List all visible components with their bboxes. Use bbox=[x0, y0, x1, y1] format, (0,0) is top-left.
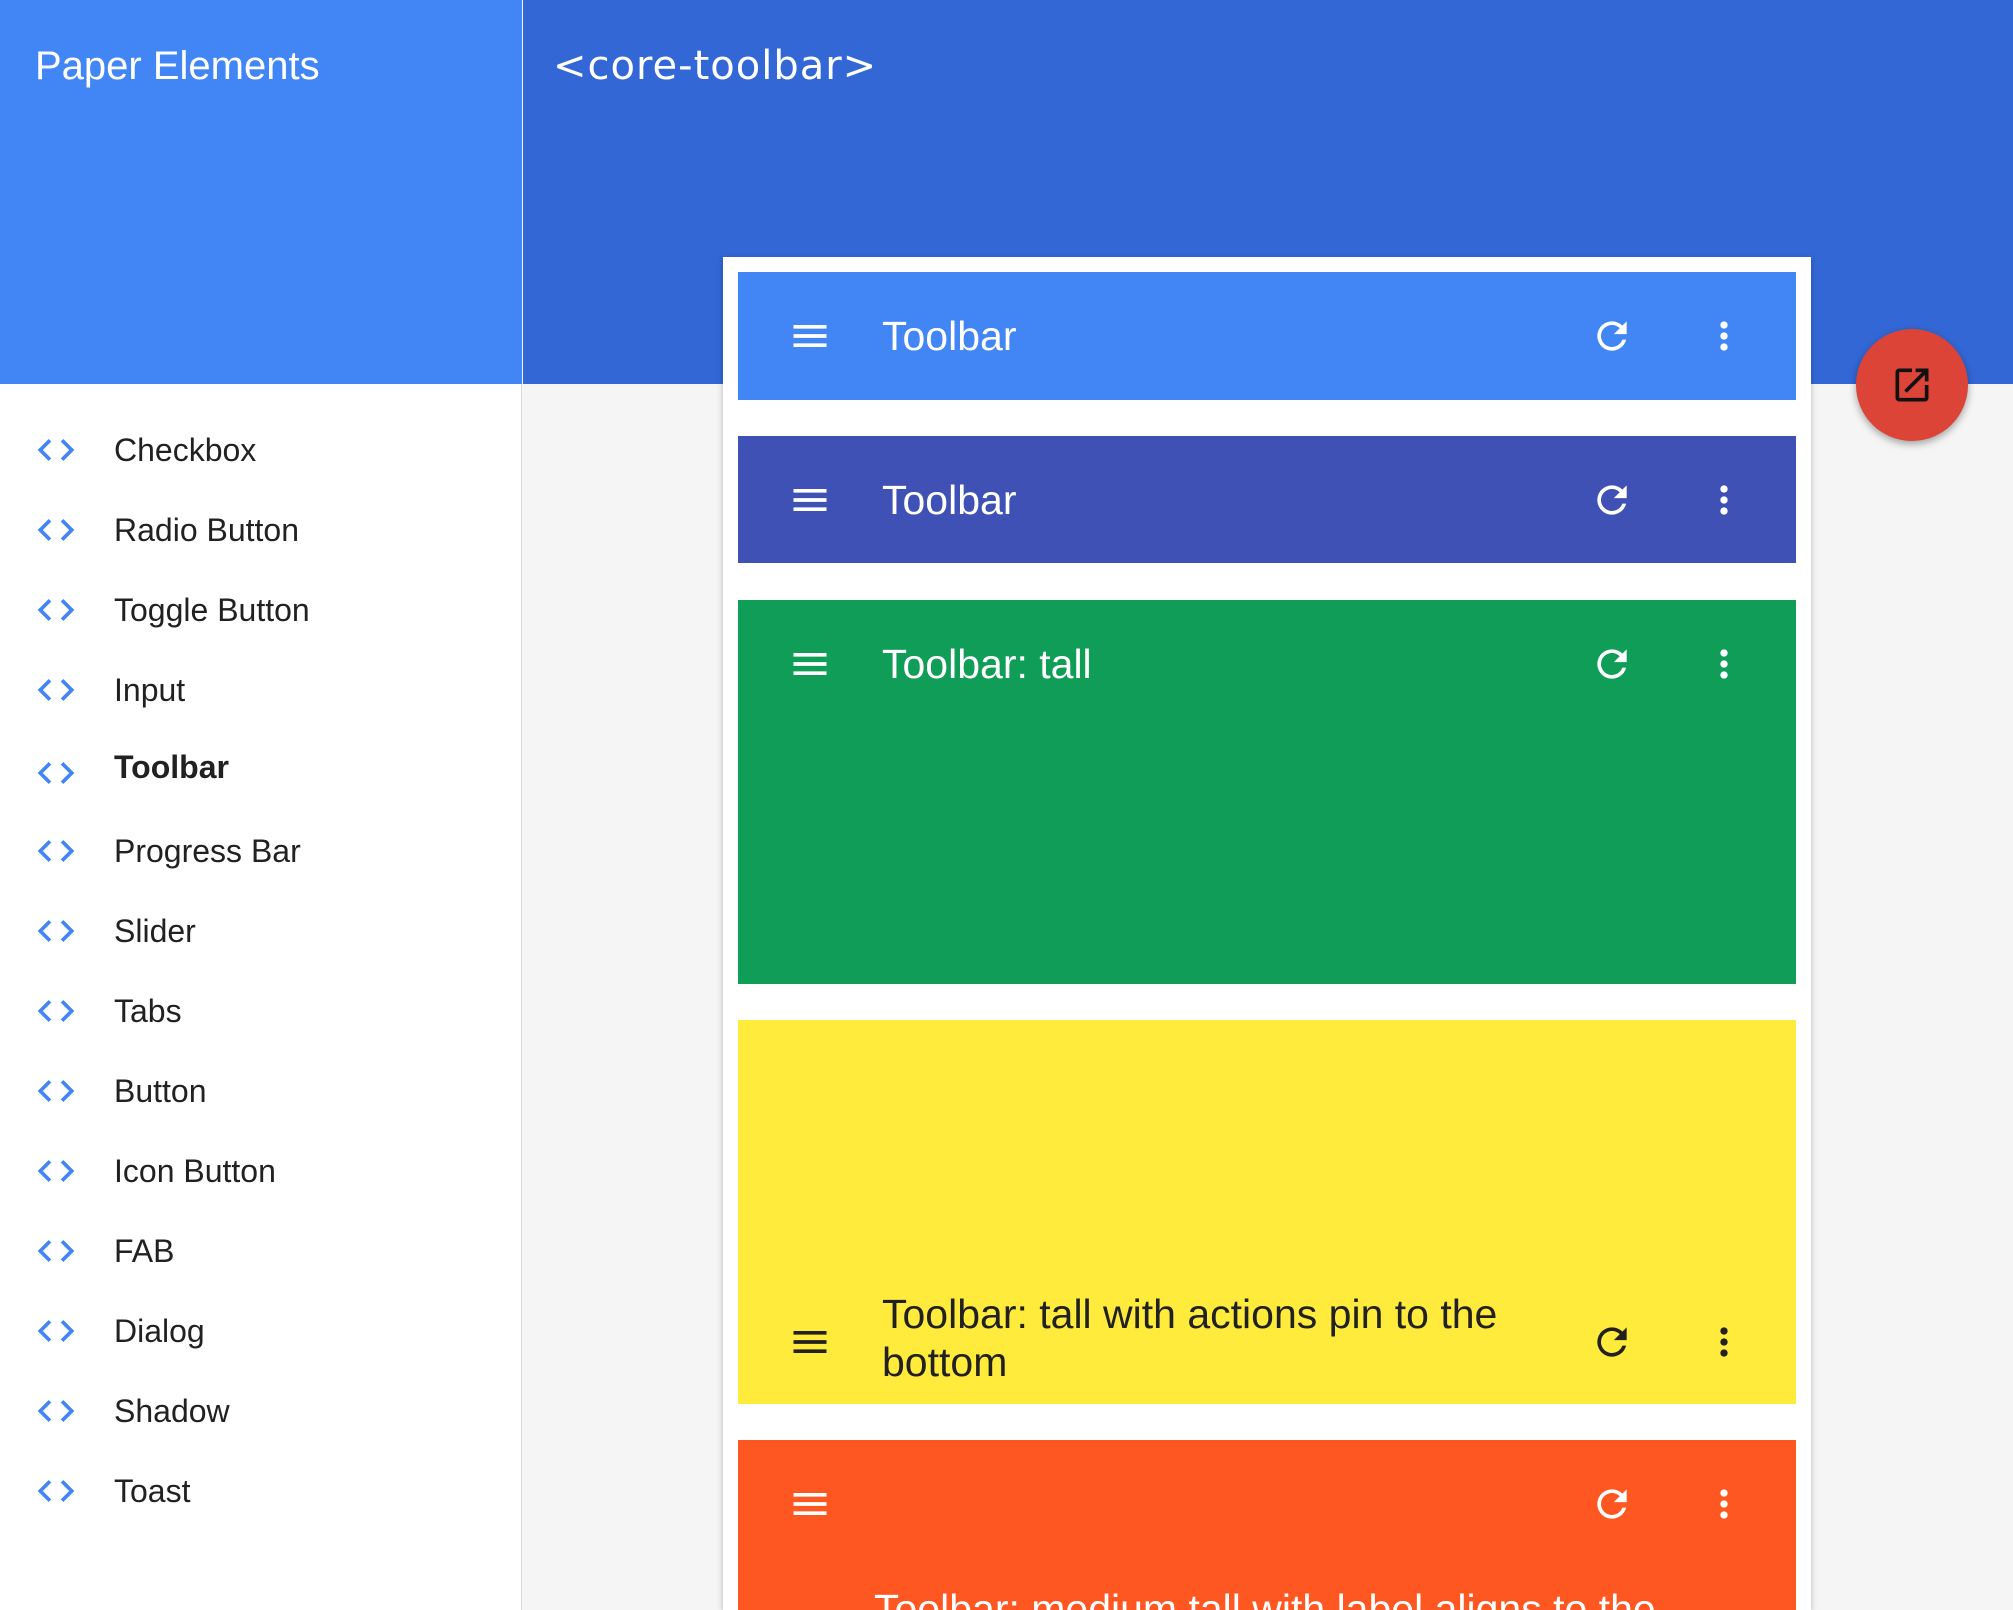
menu-item-toolbar[interactable]: Toolbar bbox=[0, 727, 521, 807]
menu-item-label: Radio Button bbox=[114, 512, 300, 548]
menu-item-label: Toast bbox=[114, 1473, 191, 1509]
menu-item-toast[interactable]: Toast bbox=[0, 1451, 521, 1531]
menu-item-slider[interactable]: Slider bbox=[0, 891, 521, 971]
more-vert-icon[interactable] bbox=[1702, 1482, 1746, 1526]
code-icon bbox=[37, 439, 75, 461]
toolbar-demo-tall-bottom: Toolbar: tall with actions pin to the bo… bbox=[738, 1020, 1796, 1404]
nav-drawer: Paper Elements Checkbox Radio Button Tog… bbox=[0, 0, 522, 1610]
toolbar-title: Toolbar bbox=[882, 313, 1017, 359]
code-icon bbox=[37, 679, 75, 701]
menu-item-progress-bar[interactable]: Progress Bar bbox=[0, 811, 521, 891]
refresh-icon[interactable] bbox=[1590, 314, 1634, 358]
menu-item-checkbox[interactable]: Checkbox bbox=[0, 410, 521, 490]
menu-item-label: FAB bbox=[114, 1233, 175, 1269]
code-icon bbox=[37, 1080, 75, 1102]
menu-item-label: Input bbox=[114, 672, 186, 708]
toolbar-title: Toolbar: medium tall with label aligns t… bbox=[874, 1586, 1656, 1610]
menu-item-label: Checkbox bbox=[114, 432, 257, 468]
menu-item-tabs[interactable]: Tabs bbox=[0, 971, 521, 1051]
toolbar-title-line-2: bottom bbox=[882, 1339, 1008, 1385]
menu-item-toggle-button[interactable]: Toggle Button bbox=[0, 570, 521, 650]
menu-icon[interactable] bbox=[788, 478, 832, 522]
toolbar-demo-tall: Toolbar: tall bbox=[738, 600, 1796, 984]
code-icon bbox=[37, 840, 75, 862]
code-icon bbox=[37, 1320, 75, 1342]
code-icon bbox=[37, 599, 75, 621]
more-vert-icon[interactable] bbox=[1702, 478, 1746, 522]
code-icon bbox=[37, 1160, 75, 1182]
toolbar-demo-medium-tall: Toolbar: medium tall with label aligns t… bbox=[738, 1440, 1796, 1610]
code-icon bbox=[37, 920, 75, 942]
drawer-title: Paper Elements bbox=[35, 44, 320, 88]
toolbar-title: Toolbar: tall bbox=[882, 641, 1092, 687]
code-icon bbox=[37, 762, 75, 784]
menu-icon[interactable] bbox=[788, 1320, 832, 1364]
menu-item-label: Button bbox=[114, 1073, 207, 1109]
more-vert-icon[interactable] bbox=[1702, 1320, 1746, 1364]
menu-item-shadow[interactable]: Shadow bbox=[0, 1371, 521, 1451]
open-demo-fab[interactable] bbox=[1856, 329, 1968, 441]
refresh-icon[interactable] bbox=[1590, 1482, 1634, 1526]
menu-icon[interactable] bbox=[788, 642, 832, 686]
menu-item-label: Toggle Button bbox=[114, 592, 310, 628]
menu-item-label: Icon Button bbox=[114, 1153, 276, 1189]
open-in-new-icon bbox=[1895, 368, 1929, 402]
refresh-icon[interactable] bbox=[1590, 478, 1634, 522]
menu-item-button[interactable]: Button bbox=[0, 1051, 521, 1131]
toolbar-title: Toolbar bbox=[882, 477, 1017, 523]
toolbar-demo-1: Toolbar bbox=[738, 272, 1796, 400]
menu-item-label: Tabs bbox=[114, 993, 182, 1029]
menu-item-icon-button[interactable]: Icon Button bbox=[0, 1131, 521, 1211]
menu-item-label: Toolbar bbox=[114, 749, 229, 785]
refresh-icon[interactable] bbox=[1590, 642, 1634, 686]
code-icon bbox=[37, 1480, 75, 1502]
menu-item-label: Dialog bbox=[114, 1313, 205, 1349]
more-vert-icon[interactable] bbox=[1702, 314, 1746, 358]
menu-item-radio-button[interactable]: Radio Button bbox=[0, 490, 521, 570]
code-icon bbox=[37, 519, 75, 541]
menu-item-label: Shadow bbox=[114, 1393, 230, 1429]
drawer-header: Paper Elements bbox=[0, 0, 522, 384]
menu-item-label: Slider bbox=[114, 913, 196, 949]
toolbar-demo-2: Toolbar bbox=[738, 436, 1796, 563]
page-title: <core-toolbar> bbox=[553, 43, 878, 89]
menu-icon[interactable] bbox=[788, 1482, 832, 1526]
refresh-icon[interactable] bbox=[1590, 1320, 1634, 1364]
code-icon bbox=[37, 1000, 75, 1022]
menu-icon[interactable] bbox=[788, 314, 832, 358]
code-icon bbox=[37, 1240, 75, 1262]
menu-item-fab[interactable]: FAB bbox=[0, 1211, 521, 1291]
toolbar-title-line-1: Toolbar: tall with actions pin to the bbox=[882, 1291, 1498, 1337]
menu-item-label: Progress Bar bbox=[114, 833, 301, 869]
menu-item-input[interactable]: Input bbox=[0, 650, 521, 730]
menu-item-dialog[interactable]: Dialog bbox=[0, 1291, 521, 1371]
code-icon bbox=[37, 1400, 75, 1422]
more-vert-icon[interactable] bbox=[1702, 642, 1746, 686]
